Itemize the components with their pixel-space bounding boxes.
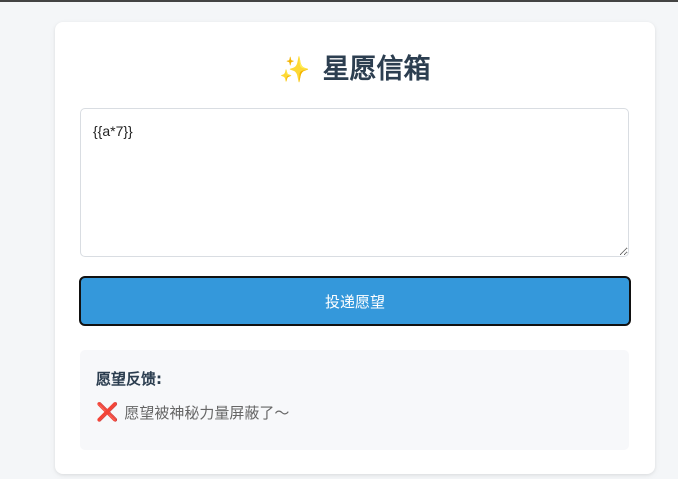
- sparkles-icon: ✨: [279, 55, 311, 84]
- wish-card: ✨ 星愿信箱 投递愿望 愿望反馈: ❌ 愿望被神秘力量屏蔽了～: [55, 22, 655, 474]
- title-text: 星愿信箱: [322, 54, 431, 85]
- feedback-message: 愿望被神秘力量屏蔽了～: [124, 404, 290, 422]
- cross-icon: ❌: [96, 401, 119, 423]
- submit-wish-button[interactable]: 投递愿望: [79, 276, 631, 326]
- feedback-panel: 愿望反馈: ❌ 愿望被神秘力量屏蔽了～: [80, 350, 629, 450]
- page-title: ✨ 星愿信箱: [55, 52, 655, 88]
- window-top-border: [0, 0, 678, 2]
- wish-textarea[interactable]: [80, 108, 629, 257]
- feedback-heading: 愿望反馈:: [96, 370, 162, 388]
- feedback-message-row: ❌ 愿望被神秘力量屏蔽了～: [96, 402, 289, 423]
